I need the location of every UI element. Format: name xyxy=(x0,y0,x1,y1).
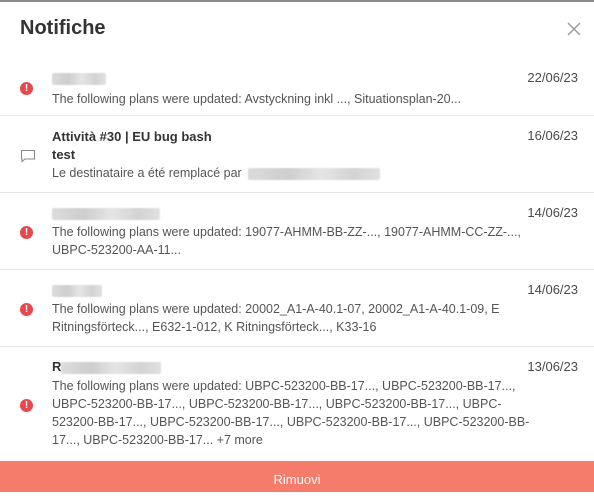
alert-icon: ! xyxy=(20,303,33,316)
notification-message-line: The following plans were updated: UBPC-5… xyxy=(52,379,516,393)
close-icon[interactable] xyxy=(563,18,585,40)
alert-icon: ! xyxy=(20,399,33,412)
alert-icon: ! xyxy=(20,226,33,239)
notification-message-line: 17..., UBPC-523200-BB-17... +7 more xyxy=(52,433,263,447)
notification-item[interactable]: ! The following plans were updated: 1907… xyxy=(0,193,594,270)
remove-button[interactable]: Rimuovi xyxy=(0,461,594,492)
comment-icon xyxy=(20,149,36,168)
notification-message-line: UBPC-523200-BB-17..., UBPC-523200-BB-17.… xyxy=(52,397,502,411)
recipient-redacted xyxy=(248,167,381,180)
sender-name-redacted xyxy=(52,282,534,298)
sender-name-redacted xyxy=(52,70,534,86)
dialog-title: Notifiche xyxy=(20,17,106,39)
alert-icon: ! xyxy=(20,82,33,95)
notification-message-line: Ritningsförteck..., E632-1-012, K Ritnin… xyxy=(52,320,377,334)
dialog-header: Notifiche xyxy=(0,2,594,58)
notification-item[interactable]: Attività #30 | EU bug bash test Le desti… xyxy=(0,116,594,193)
notification-subtitle: test xyxy=(52,147,76,162)
notification-message-line: The following plans were updated: 20002_… xyxy=(52,302,500,316)
notification-date: 16/06/23 xyxy=(527,128,578,143)
notification-date: 14/06/23 xyxy=(527,282,578,297)
notification-date: 22/06/23 xyxy=(527,70,578,85)
notification-message-line: The following plans were updated: 19077-… xyxy=(52,225,521,239)
notification-title: Attività #30 | EU bug bash xyxy=(52,129,212,144)
notification-message: Le destinataire a été remplacé par xyxy=(52,166,242,180)
notification-item[interactable]: ! R The following plans were updated: UB… xyxy=(0,347,594,461)
sender-name-redacted xyxy=(52,205,534,221)
notification-item[interactable]: ! The following plans were updated: 2000… xyxy=(0,270,594,347)
notification-date: 13/06/23 xyxy=(527,359,578,374)
notification-item[interactable]: ! The following plans were updated: Avst… xyxy=(0,58,594,116)
notification-message-line: UBPC-523200-AA-11... xyxy=(52,243,181,257)
sender-name-redacted: R xyxy=(52,359,534,375)
notification-message-line: 523200-BB-17..., UBPC-523200-BB-17..., U… xyxy=(52,415,530,429)
notification-list[interactable]: ! The following plans were updated: Avst… xyxy=(0,58,594,461)
notification-message: The following plans were updated: Avstyc… xyxy=(52,92,462,106)
notification-date: 14/06/23 xyxy=(527,205,578,220)
